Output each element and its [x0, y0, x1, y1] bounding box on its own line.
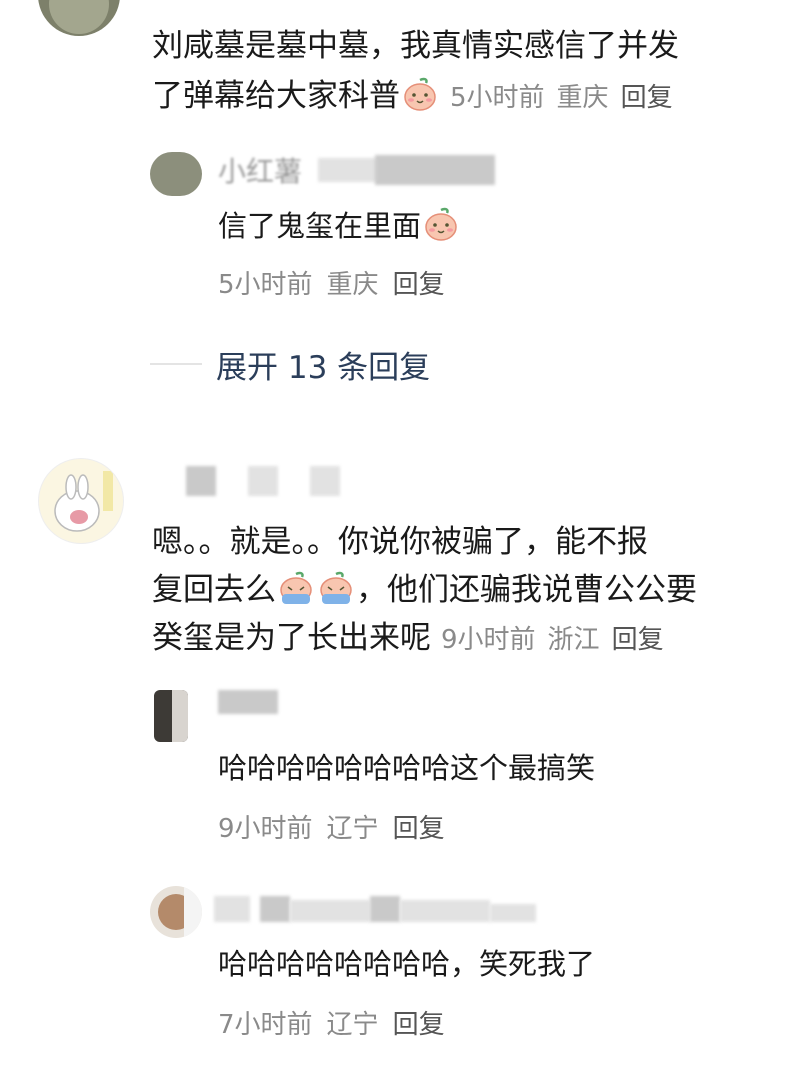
redacted-username: [318, 158, 378, 182]
avatar-image: [54, 471, 113, 532]
redacted-username: [490, 904, 536, 922]
reply-text: 哈哈哈哈哈哈哈哈，笑死我了: [218, 947, 596, 981]
timestamp: 7小时前: [218, 1010, 313, 1040]
reply-button[interactable]: 回复: [621, 83, 673, 113]
reply-button[interactable]: 回复: [393, 1010, 445, 1040]
reply-meta: 9小时前 辽宁 回复: [218, 808, 459, 845]
avatar[interactable]: [154, 690, 188, 742]
comment-text-line: 癸玺是为了长出来呢 9小时前 浙江 回复: [152, 614, 676, 664]
redacted-username: [260, 896, 290, 922]
reply-button[interactable]: 回复: [612, 625, 664, 655]
redacted-username: [290, 900, 370, 922]
redacted-username: [375, 155, 495, 185]
redacted-username: [248, 466, 278, 496]
redacted-username: [310, 466, 340, 496]
reply-username[interactable]: 小红薯: [218, 150, 302, 190]
location: 辽宁: [326, 814, 379, 844]
redacted-username: [370, 896, 400, 922]
divider: [150, 363, 202, 365]
reply-text: 信了鬼玺在里面: [218, 209, 422, 243]
comment-text-line: 嗯。。就是。。你说你被骗了，能不报: [152, 524, 648, 560]
reply-button[interactable]: 回复: [393, 270, 445, 300]
redacted-username: [400, 900, 490, 922]
avatar[interactable]: [150, 886, 202, 938]
timestamp: 5小时前: [450, 83, 545, 113]
redacted-username: [214, 896, 250, 922]
reply-meta: 5小时前 重庆 回复: [218, 264, 459, 301]
crying-peach-emoji-icon: [318, 570, 354, 620]
timestamp: 5小时前: [218, 270, 313, 300]
reply-button[interactable]: 回复: [393, 814, 445, 844]
avatar[interactable]: [38, 458, 124, 544]
comment-text-line: 刘咸墓是墓中墓，我真情实感信了并发: [152, 28, 679, 64]
location: 重庆: [556, 83, 609, 113]
comment-meta: 9小时前 浙江 回复: [441, 625, 676, 655]
redacted-username: [218, 690, 278, 714]
reply-text-line: 信了鬼玺在里面: [218, 206, 461, 252]
peach-face-emoji-icon: [402, 76, 438, 126]
avatar-image: [158, 886, 202, 938]
redacted-username: [186, 466, 216, 496]
avatar[interactable]: [38, 0, 120, 36]
comment-text: ，他们还骗我说曹公公要: [356, 572, 697, 608]
comment-meta: 5小时前 重庆 回复: [450, 83, 685, 113]
expand-replies-button[interactable]: 展开 13 条回复: [216, 342, 430, 387]
comment-text: 了弹幕给大家科普: [152, 78, 400, 114]
peach-face-emoji-icon: [423, 206, 459, 252]
crying-peach-emoji-icon: [278, 570, 314, 620]
comment-text: 复回去么: [152, 572, 276, 608]
comment-text-line: 了弹幕给大家科普 5小时前 重庆 回复: [152, 72, 685, 126]
location: 辽宁: [326, 1010, 379, 1040]
reply-text: 哈哈哈哈哈哈哈哈这个最搞笑: [218, 751, 596, 785]
avatar-image: [172, 690, 188, 742]
timestamp: 9小时前: [441, 625, 536, 655]
reply-meta: 7小时前 辽宁 回复: [218, 1004, 459, 1041]
avatar[interactable]: [150, 152, 202, 196]
location: 浙江: [547, 625, 600, 655]
timestamp: 9小时前: [218, 814, 313, 844]
comment-text: 癸玺是为了长出来呢: [152, 620, 431, 656]
location: 重庆: [326, 270, 379, 300]
avatar-image: [49, 0, 109, 34]
comment-text-line: 复回去么 ，他们还骗我说曹公公要: [152, 566, 697, 620]
